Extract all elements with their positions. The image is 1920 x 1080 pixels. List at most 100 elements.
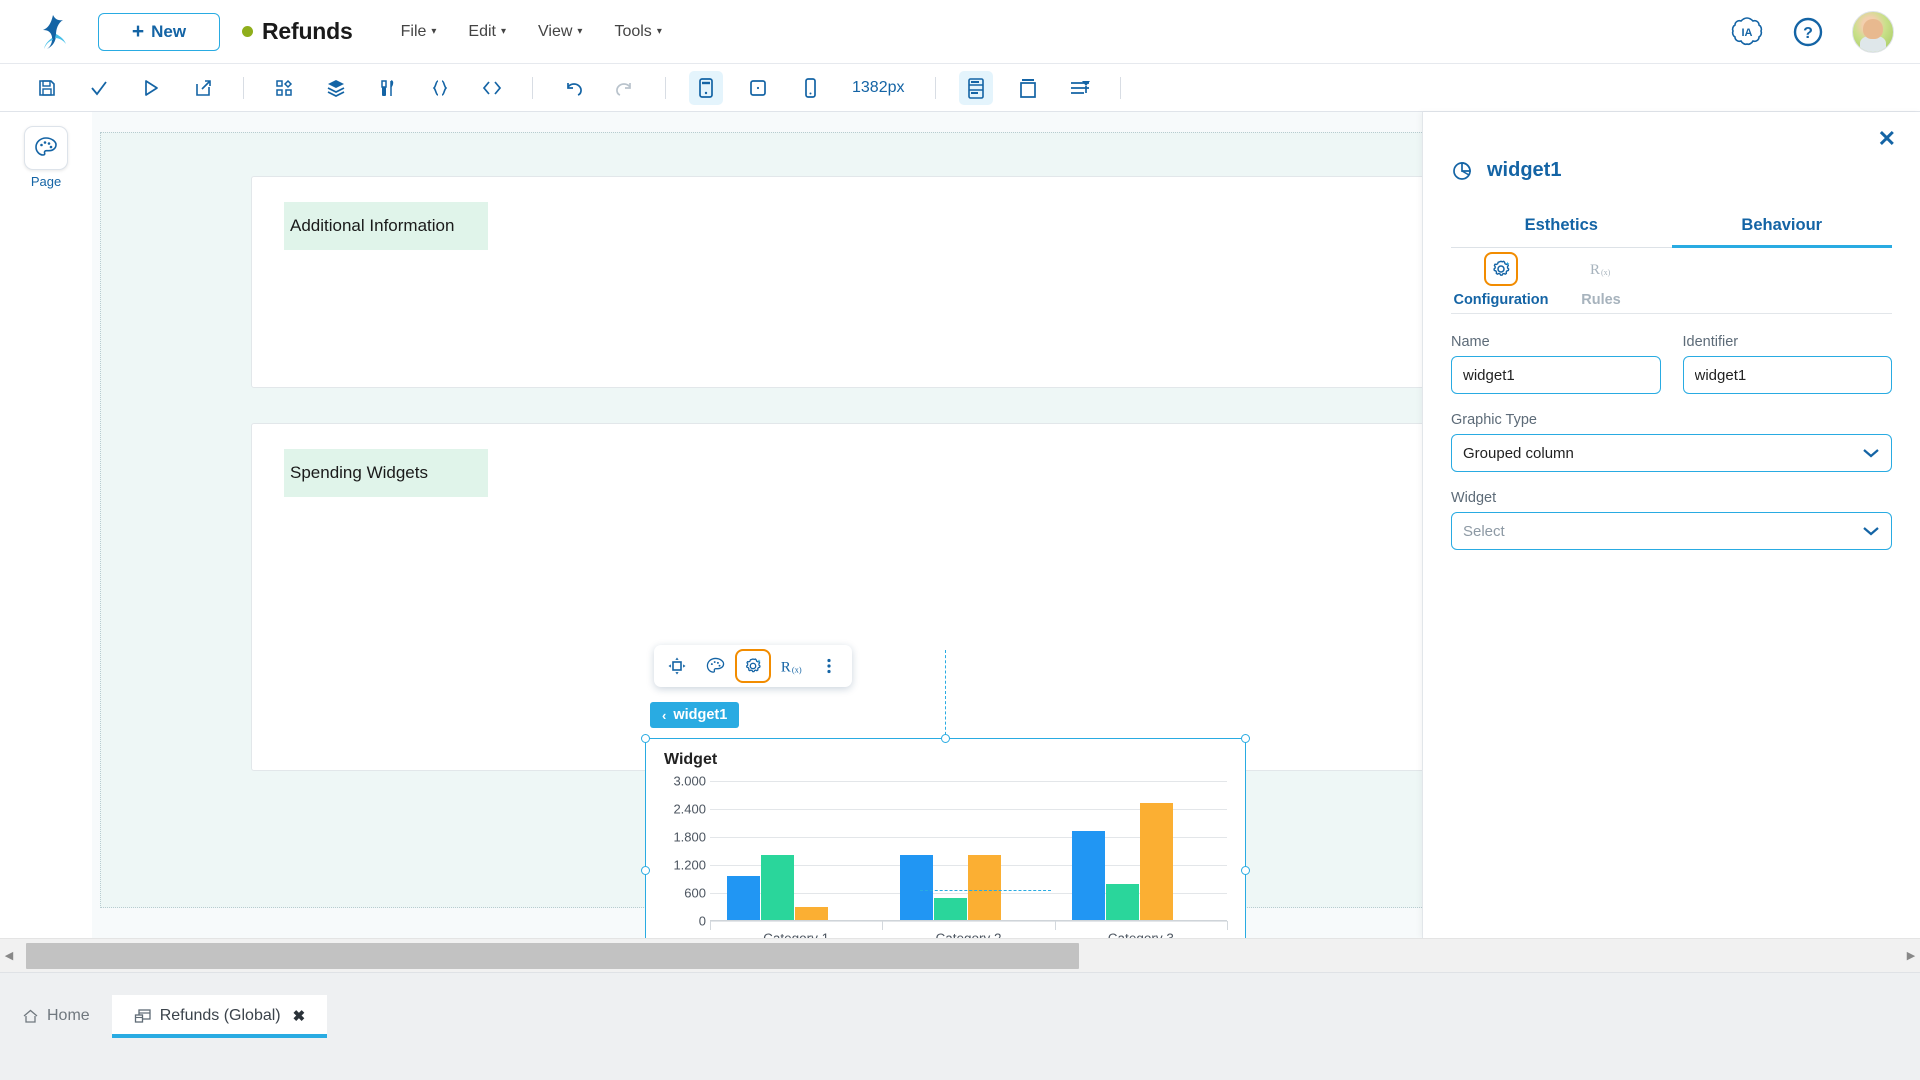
tablet-view-icon[interactable] <box>741 71 775 105</box>
editor-toolbar: 1382px <box>0 64 1920 112</box>
chevron-down-icon: ▾ <box>501 26 507 37</box>
design-canvas[interactable]: Additional Information Comments Spending… <box>92 112 1422 938</box>
redo-icon[interactable] <box>608 71 642 105</box>
resize-handle-top-center[interactable] <box>940 734 950 743</box>
align-layout-icon[interactable] <box>1063 71 1097 105</box>
chart-x-tick <box>1054 921 1056 930</box>
desktop-view-icon[interactable] <box>689 70 723 105</box>
chart-x-tick <box>1227 921 1228 930</box>
widget-field-group: Widget Select <box>1451 490 1892 550</box>
chart-bar <box>1071 831 1105 920</box>
tab-home[interactable]: Home <box>0 995 112 1037</box>
chart-x-tick-labels: Category 1 Category 2 Category 3 <box>710 931 1227 938</box>
table-layout-icon[interactable] <box>958 70 993 105</box>
menu-edit[interactable]: Edit ▾ <box>468 23 506 41</box>
scrollbar-thumb[interactable] <box>26 943 1079 969</box>
toolbar-divider <box>934 76 936 99</box>
toolbar-divider <box>1119 76 1121 99</box>
scroll-left-arrow-icon[interactable]: ◀ <box>0 949 18 962</box>
tab-behaviour[interactable]: Behaviour <box>1671 202 1893 248</box>
rx-rules-icon: R (x) <box>1584 252 1618 286</box>
chart-bar <box>1139 803 1173 920</box>
run-play-icon[interactable] <box>134 71 168 105</box>
svg-text:R: R <box>1590 262 1600 278</box>
chart-bar <box>795 907 829 920</box>
widget-select[interactable]: Select <box>1451 512 1892 550</box>
subtab-configuration-label: Configuration <box>1453 292 1549 308</box>
tab-home-label: Home <box>47 1007 90 1024</box>
menu-file-label: File <box>400 22 427 40</box>
more-vertical-icon[interactable] <box>811 649 847 683</box>
menu-file[interactable]: File ▾ <box>401 23 437 41</box>
widget-label: Widget <box>1451 490 1497 506</box>
sidebar-item-page-label: Page <box>30 174 62 189</box>
chart-y-tick-label: 0 <box>698 913 706 929</box>
graphic-type-select[interactable]: Grouped columnStacked columnLinePieArea <box>1451 434 1892 472</box>
widget-selected-chip[interactable]: ‹ widget1 <box>650 702 740 728</box>
left-rail: Page <box>0 112 92 938</box>
gear-settings-icon <box>1484 252 1518 286</box>
properties-tabs: Esthetics Behaviour <box>1451 202 1892 248</box>
alignment-guide <box>945 650 946 740</box>
chart-y-axis: 0 600 1.200 1.800 2.400 3.000 <box>654 774 706 929</box>
app-logo[interactable] <box>30 9 76 55</box>
tab-esthetics[interactable]: Esthetics <box>1451 202 1672 247</box>
components-grid-icon[interactable] <box>267 71 301 105</box>
subtab-configuration[interactable]: Configuration <box>1451 252 1551 313</box>
widget-selection-box[interactable]: Widget 0 600 1.200 1.800 2.400 3.000 Category… <box>641 734 1250 938</box>
menu-tools[interactable]: Tools ▾ <box>614 23 661 41</box>
undo-icon[interactable] <box>556 71 590 105</box>
avatar[interactable] <box>1852 10 1894 53</box>
status-dot <box>242 26 253 37</box>
braces-icon[interactable] <box>423 71 457 105</box>
validate-check-icon[interactable] <box>82 71 116 105</box>
tab-refunds-global[interactable]: Refunds (Global) ✖ <box>111 995 328 1038</box>
identifier-input[interactable] <box>1682 356 1892 394</box>
publish-export-icon[interactable] <box>186 71 220 105</box>
subtab-rules-label: Rules <box>1581 292 1621 308</box>
horizontal-scrollbar[interactable]: ◀ ▶ <box>0 938 1920 972</box>
resize-handle-top-left[interactable] <box>641 734 650 743</box>
close-icon[interactable]: ✕ <box>1878 128 1896 150</box>
help-icon[interactable]: ? <box>1792 16 1824 48</box>
scroll-right-arrow-icon[interactable]: ▶ <box>1902 949 1920 962</box>
properties-panel-title: widget1 <box>1487 158 1562 181</box>
rx-rules-icon[interactable]: R (x) <box>773 649 809 683</box>
name-input[interactable] <box>1451 356 1661 394</box>
menu-tools-label: Tools <box>614 22 652 40</box>
layers-stack-icon[interactable] <box>319 71 353 105</box>
project-indicator: Refunds <box>242 18 353 45</box>
menu-view[interactable]: View ▾ <box>538 23 582 41</box>
configuration-form: Name Identifier Graphic Type Grouped col… <box>1451 334 1892 568</box>
code-icon[interactable] <box>475 71 509 105</box>
section-spending-widgets[interactable]: Spending Widgets <box>251 423 1422 771</box>
mobile-view-icon[interactable] <box>793 71 827 105</box>
chart-x-tick-label: Category 3 <box>1108 931 1174 938</box>
chart-bar <box>761 854 795 920</box>
chart-y-tick-label: 1.800 <box>673 829 706 845</box>
subtab-rules[interactable]: R (x) Rules <box>1551 252 1651 313</box>
close-icon[interactable]: ✖ <box>293 1007 306 1025</box>
save-icon[interactable] <box>30 71 64 105</box>
properties-panel: ✕ widget1 Esthetics Behaviour Configurat… <box>1422 112 1920 938</box>
move-icon[interactable] <box>659 649 695 683</box>
ia-assistant-icon[interactable]: IA <box>1730 15 1764 49</box>
palette-icon[interactable] <box>697 649 733 683</box>
scrollbar-track[interactable] <box>18 939 1902 972</box>
section-additional-information[interactable]: Additional Information Comments <box>251 176 1422 597</box>
gear-settings-icon[interactable] <box>735 649 771 683</box>
chart-bar <box>933 897 967 920</box>
container-layout-icon[interactable] <box>1011 71 1045 105</box>
menu-bar: File ▾ Edit ▾ View ▾ Tools ▾ <box>401 23 662 41</box>
tools-pin-icon[interactable] <box>371 71 405 105</box>
viewport-width-label[interactable]: 1382px <box>852 79 905 97</box>
sidebar-item-page[interactable]: Page <box>0 126 92 189</box>
tab-behaviour-label: Behaviour <box>1741 216 1823 234</box>
resize-handle-middle-right[interactable] <box>1241 865 1250 875</box>
new-button[interactable]: + New <box>98 12 220 51</box>
chart-x-tick <box>882 921 884 930</box>
resize-handle-middle-left[interactable] <box>641 865 650 875</box>
resize-handle-top-right[interactable] <box>1241 734 1250 743</box>
widget-context-toolbar: R (x) <box>654 645 852 687</box>
chart-gridline <box>710 921 1227 922</box>
